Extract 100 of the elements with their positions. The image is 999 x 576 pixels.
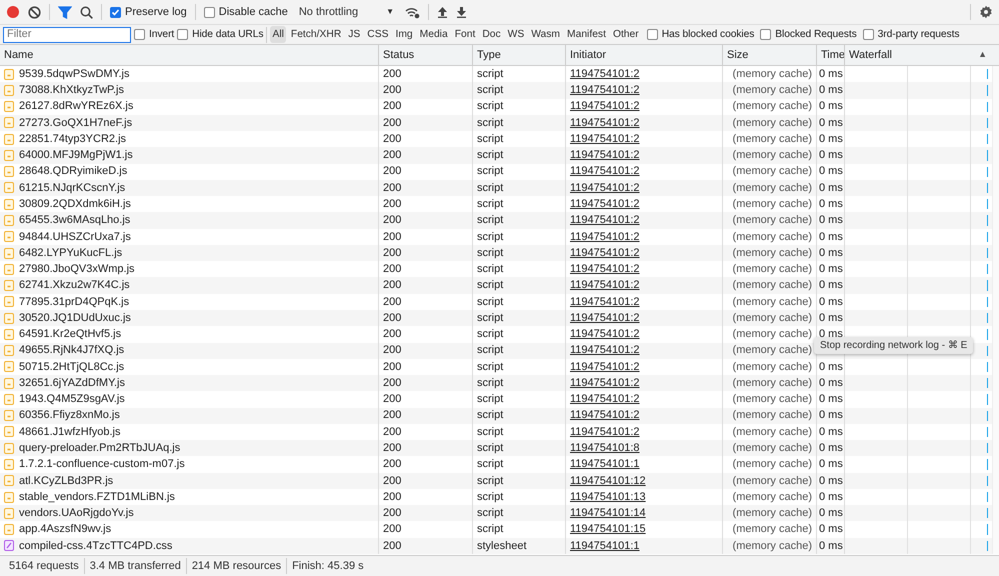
- file-name[interactable]: 62741.Xkzu2w7K4C.js: [19, 277, 130, 294]
- file-name[interactable]: 1943.Q4M5Z9sgAV.js: [19, 391, 125, 408]
- initiator-link[interactable]: 1194754101:2: [570, 82, 640, 99]
- type-filter-button[interactable]: Wasm: [529, 26, 562, 44]
- disable-cache-checkbox[interactable]: Disable cache: [204, 4, 288, 20]
- filter-checkbox[interactable]: Invert: [134, 26, 174, 42]
- file-name[interactable]: 6482.LYPYuKucFL.js: [19, 244, 122, 262]
- file-name[interactable]: 50715.2HtTjQL8Cc.js: [19, 358, 124, 376]
- initiator-link[interactable]: 1194754101:13: [570, 488, 646, 506]
- type-filter-button[interactable]: Fetch/XHR: [288, 26, 344, 44]
- initiator-link[interactable]: 1194754101:2: [570, 277, 640, 294]
- initiator-link[interactable]: 1194754101:2: [570, 358, 640, 376]
- file-name[interactable]: 48661.J1wfzHfyob.js: [19, 424, 120, 440]
- column-header[interactable]: Size: [723, 45, 817, 65]
- settings-icon[interactable]: [979, 5, 993, 19]
- type-filter-button[interactable]: Img: [393, 26, 415, 44]
- file-name[interactable]: 65455.3w6MAsqLho.js: [19, 212, 130, 229]
- initiator-link[interactable]: 1194754101:2: [570, 424, 640, 440]
- initiator-link[interactable]: 1194754101:2: [570, 228, 640, 245]
- initiator-link[interactable]: 1194754101:14: [570, 505, 646, 522]
- column-header[interactable]: Type: [473, 45, 566, 65]
- file-name[interactable]: compiled-css.4TzcTTC4PD.css: [19, 538, 172, 554]
- initiator-link[interactable]: 1194754101:2: [570, 131, 640, 148]
- file-name[interactable]: 64591.Kr2eQtHvf5.js: [19, 326, 122, 343]
- script-file-icon: [4, 312, 14, 324]
- initiator-link[interactable]: 1194754101:2: [570, 114, 640, 132]
- upload-icon[interactable]: [437, 6, 448, 18]
- filter-icon[interactable]: [58, 6, 72, 18]
- wifi-gear-icon[interactable]: [405, 6, 420, 18]
- column-header[interactable]: Status: [379, 45, 473, 65]
- initiator-link[interactable]: 1194754101:2: [570, 244, 640, 262]
- time-value: 0 ms: [819, 116, 843, 131]
- type-filter-button[interactable]: JS: [346, 26, 362, 44]
- file-name[interactable]: 28648.QDRyimikeD.js: [19, 164, 128, 180]
- file-name[interactable]: stable_vendors.FZTD1MLiBN.js: [19, 488, 175, 506]
- initiator-link[interactable]: 1194754101:2: [570, 180, 640, 196]
- filter-checkbox[interactable]: 3rd-party requests: [862, 26, 960, 42]
- initiator-link[interactable]: 1194754101:2: [570, 342, 640, 359]
- type-filter-button[interactable]: Other: [610, 26, 641, 44]
- type-filter-button[interactable]: Font: [452, 26, 478, 44]
- initiator-link[interactable]: 1194754101:2: [570, 310, 640, 326]
- type-filter-button[interactable]: CSS: [365, 26, 390, 44]
- download-icon[interactable]: [456, 6, 468, 18]
- initiator-link[interactable]: 1194754101:1: [570, 538, 640, 554]
- initiator-link[interactable]: 1194754101:2: [570, 294, 640, 310]
- type-filter-button[interactable]: All: [270, 26, 286, 44]
- file-name[interactable]: 73088.KhXtkyzTwP.js: [19, 82, 124, 99]
- initiator-link[interactable]: 1194754101:2: [570, 164, 640, 180]
- file-name[interactable]: 1.7.2.1-confluence-custom-m07.js: [19, 456, 185, 473]
- type-filter-button[interactable]: WS: [506, 26, 526, 44]
- type-filter-button[interactable]: Manifest: [565, 26, 608, 44]
- initiator-link[interactable]: 1194754101:2: [570, 98, 640, 115]
- file-name[interactable]: 94844.UHSZCrUxa7.js: [19, 228, 131, 245]
- filter-checkbox[interactable]: Blocked Requests: [760, 26, 857, 42]
- initiator-link[interactable]: 1194754101:2: [570, 261, 640, 278]
- initiator-link[interactable]: 1194754101:15: [570, 521, 646, 538]
- file-name[interactable]: 64000.MFJ9MgPjW1.js: [19, 147, 133, 164]
- initiator-link[interactable]: 1194754101:2: [570, 196, 640, 212]
- initiator-link[interactable]: 1194754101:2: [570, 212, 640, 229]
- preserve-log-checkbox[interactable]: Preserve log: [110, 4, 187, 20]
- file-name[interactable]: app.4AszsfN9wv.js: [19, 521, 112, 538]
- file-name[interactable]: 77895.31prD4QPqK.js: [19, 294, 130, 310]
- initiator-link[interactable]: 1194754101:2: [570, 66, 640, 82]
- file-name[interactable]: atl.KCyZLBd3PR.js: [19, 472, 114, 489]
- file-name[interactable]: 32651.6jYAZdDfMY.js: [19, 375, 125, 392]
- status-code: 200: [383, 457, 402, 472]
- file-name[interactable]: 22851.74typ3YCR2.js: [19, 131, 126, 148]
- initiator-link[interactable]: 1194754101:2: [570, 391, 640, 408]
- file-name[interactable]: 61215.NJqrKCscnY.js: [19, 180, 126, 196]
- file-name[interactable]: vendors.UAoRjgdoYv.js: [19, 505, 134, 522]
- size-value: (memory cache): [732, 164, 812, 180]
- type-filter-button[interactable]: Doc: [480, 26, 503, 44]
- file-name[interactable]: 26127.8dRwYREz6X.js: [19, 98, 134, 115]
- file-name[interactable]: 30809.2QDXdmk6iH.js: [19, 196, 131, 212]
- initiator-link[interactable]: 1194754101:1: [570, 456, 640, 473]
- file-name[interactable]: 9539.5dqwPSwDMY.js: [19, 66, 130, 82]
- type-filter-button[interactable]: Media: [418, 26, 450, 44]
- initiator-link[interactable]: 1194754101:12: [570, 472, 646, 489]
- record-button[interactable]: [6, 5, 20, 19]
- filter-checkbox[interactable]: Has blocked cookies: [646, 26, 754, 42]
- file-name[interactable]: 30520.JQ1DUdUxuc.js: [19, 310, 131, 326]
- search-icon[interactable]: [80, 6, 93, 18]
- clear-icon[interactable]: [28, 6, 41, 18]
- file-name[interactable]: 27980.JboQV3xWmp.js: [19, 261, 135, 278]
- file-name[interactable]: 49655.RjNk4J7fXQ.js: [19, 342, 124, 359]
- initiator-link[interactable]: 1194754101:2: [570, 147, 640, 164]
- initiator-link[interactable]: 1194754101:2: [570, 326, 640, 343]
- throttling-dropdown[interactable]: No throttling ▼: [296, 2, 398, 22]
- resource-type: script: [477, 197, 504, 212]
- file-name[interactable]: query-preloader.Pm2RTbJUAq.js: [19, 440, 180, 456]
- file-name[interactable]: 27273.GoQX1H7neF.js: [19, 114, 132, 132]
- filter-input[interactable]: Filter: [3, 26, 131, 42]
- column-header[interactable]: Name: [0, 45, 379, 65]
- column-header[interactable]: Initiator: [566, 45, 723, 65]
- initiator-link[interactable]: 1194754101:8: [570, 440, 640, 456]
- initiator-link[interactable]: 1194754101:2: [570, 375, 640, 392]
- initiator-link[interactable]: 1194754101:2: [570, 408, 640, 424]
- filter-checkbox[interactable]: Hide data URLs: [177, 26, 264, 42]
- size-value: (memory cache): [732, 132, 812, 147]
- file-name[interactable]: 60356.Ffiyz8xnMo.js: [19, 408, 120, 424]
